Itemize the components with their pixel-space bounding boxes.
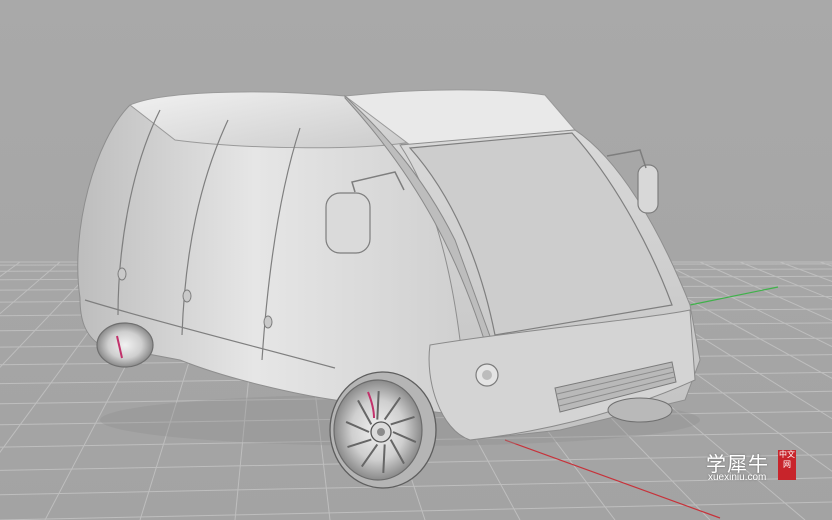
headlight-left-inner [482,370,492,380]
front-wheel [329,371,437,489]
van-model[interactable] [77,89,701,489]
rear-wheel [96,322,154,368]
site-watermark: 学犀牛 xuexiniu.com 中文网 [700,445,798,487]
rhino-perspective-viewport[interactable]: 学犀牛 xuexiniu.com 中文网 [0,0,832,520]
viewport-canvas[interactable] [0,0,832,520]
y-axis-line [689,286,779,306]
rear-right-wheel [607,397,673,423]
watermark-domain: xuexiniu.com [708,472,767,483]
wheel-spoke [382,444,386,473]
side-mirror-left [325,192,371,254]
watermark-badge: 中文网 [778,450,796,480]
wheel-spoke [376,391,380,420]
grid-line [0,261,61,315]
grid-line [0,261,21,278]
side-mirror-right [637,164,659,214]
